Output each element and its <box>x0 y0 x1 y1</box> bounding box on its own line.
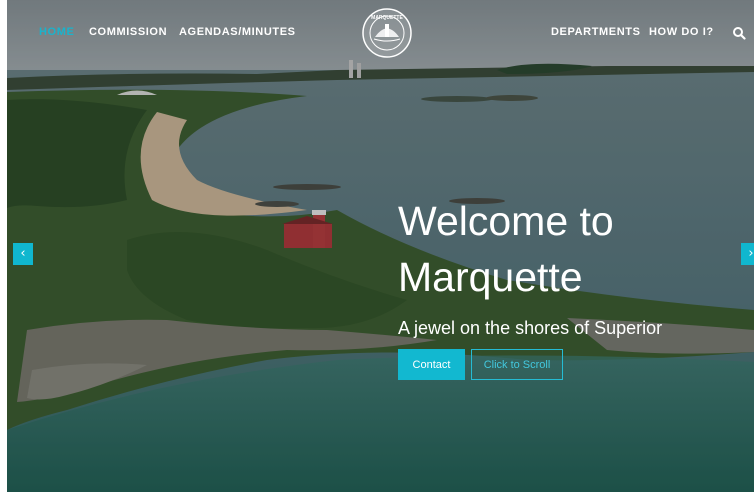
headline-line-1: Welcome to <box>398 198 614 244</box>
hero-overlay <box>7 0 754 492</box>
click-to-scroll-button[interactable]: Click to Scroll <box>471 349 563 380</box>
contact-button[interactable]: Contact <box>398 349 465 380</box>
hero-headline: Welcome to Marquette <box>398 193 614 305</box>
main-nav: HOME COMMISSION AGENDAS/MINUTES MARQUETT… <box>7 0 754 62</box>
slider-prev-button[interactable]: ‹ <box>13 243 33 265</box>
nav-agendas-minutes-link[interactable]: AGENDAS/MINUTES <box>179 26 296 38</box>
seal-text: MARQUETTE <box>371 15 403 21</box>
nav-home-link[interactable]: HOME <box>39 26 74 38</box>
headline-line-2: Marquette <box>398 254 583 300</box>
nav-departments-link[interactable]: DEPARTMENTS <box>551 26 641 38</box>
city-seal-icon[interactable]: MARQUETTE <box>362 8 412 58</box>
nav-how-do-i-link[interactable]: HOW DO I? <box>649 26 714 38</box>
hero-background <box>7 0 754 492</box>
search-icon[interactable] <box>732 26 746 40</box>
chevron-right-icon: › <box>748 246 754 261</box>
slider-next-button[interactable]: › <box>741 243 754 265</box>
chevron-left-icon: ‹ <box>20 246 26 261</box>
nav-commission-link[interactable]: COMMISSION <box>89 26 167 38</box>
page-frame: HOME COMMISSION AGENDAS/MINUTES MARQUETT… <box>7 0 754 492</box>
hero-tagline: A jewel on the shores of Superior <box>398 318 663 338</box>
